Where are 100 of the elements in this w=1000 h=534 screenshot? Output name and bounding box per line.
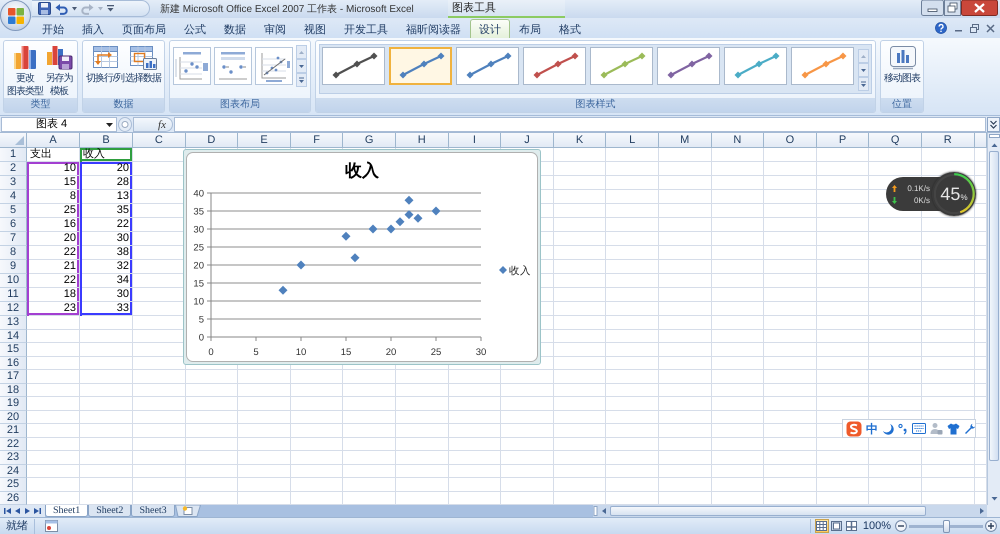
row-header[interactable]: 15 bbox=[0, 343, 27, 356]
chart-layout-option[interactable] bbox=[172, 47, 211, 85]
caret-down-icon[interactable] bbox=[106, 122, 113, 126]
column-header[interactable]: B bbox=[80, 133, 133, 148]
row-header[interactable]: 1 bbox=[0, 148, 27, 162]
ribbon-tab[interactable]: 视图 bbox=[295, 19, 335, 38]
row-header[interactable]: 18 bbox=[0, 384, 27, 397]
ribbon-tab[interactable]: 数据 bbox=[215, 19, 255, 38]
name-box[interactable]: 图表 4 bbox=[1, 117, 117, 132]
row-header[interactable]: 4 bbox=[0, 190, 27, 204]
restore-icon[interactable] bbox=[944, 0, 961, 16]
row-header[interactable]: 24 bbox=[0, 464, 27, 478]
bar-caret-icon[interactable] bbox=[296, 73, 307, 87]
column-header[interactable]: C bbox=[133, 133, 186, 148]
person-icon[interactable] bbox=[930, 422, 943, 435]
bar-caret-icon[interactable] bbox=[107, 5, 114, 12]
ribbon-tab[interactable]: 布局 bbox=[510, 19, 550, 38]
close-icon[interactable] bbox=[961, 0, 998, 16]
first-sheet-icon[interactable] bbox=[3, 506, 12, 516]
formula-field[interactable] bbox=[174, 117, 986, 132]
zoom-slider-thumb[interactable] bbox=[943, 520, 950, 532]
scroll-down-icon[interactable] bbox=[296, 59, 307, 73]
column-header[interactable]: L bbox=[606, 133, 659, 148]
column-header[interactable]: J bbox=[501, 133, 554, 148]
chart-style-option[interactable] bbox=[388, 47, 452, 85]
row-header[interactable]: 23 bbox=[0, 451, 27, 464]
restore-icon[interactable] bbox=[970, 24, 979, 32]
scroll-thumb[interactable] bbox=[989, 151, 999, 461]
split-box-icon[interactable] bbox=[988, 133, 1000, 139]
ribbon-tab[interactable]: 页面布局 bbox=[113, 19, 175, 38]
sheet-tab[interactable]: Sheet3 bbox=[131, 505, 175, 517]
sheet-sparkle-icon[interactable] bbox=[174, 505, 201, 517]
row-header[interactable]: 25 bbox=[0, 478, 27, 492]
row-header[interactable]: 3 bbox=[0, 176, 27, 190]
ribbon-tab[interactable]: 审阅 bbox=[255, 19, 295, 38]
input-mode-toggle[interactable]: 中 bbox=[866, 422, 878, 436]
chart-frame[interactable]: 收入 0 5 10 15 20 25 30 35 40 0 5 10 15 20 25 30 收入 bbox=[183, 149, 541, 365]
view-button[interactable] bbox=[830, 519, 844, 533]
column-header[interactable]: N bbox=[712, 133, 764, 148]
column-header[interactable]: P bbox=[816, 133, 870, 148]
horizontal-scrollbar[interactable] bbox=[593, 505, 987, 517]
row-header[interactable]: 12 bbox=[0, 302, 27, 316]
undo-icon[interactable] bbox=[55, 2, 68, 14]
chart-style-option[interactable] bbox=[456, 47, 519, 85]
insert-function-button[interactable]: fx bbox=[133, 117, 173, 132]
row-header[interactable]: 16 bbox=[0, 356, 27, 370]
chart-style-option[interactable] bbox=[656, 47, 720, 85]
double-chevron-icon[interactable] bbox=[987, 117, 1000, 132]
view-button[interactable] bbox=[844, 519, 859, 533]
scroll-down-icon[interactable] bbox=[858, 63, 869, 77]
column-header[interactable]: D bbox=[186, 133, 238, 148]
punctuation-icon[interactable] bbox=[898, 422, 908, 434]
row-header[interactable]: 5 bbox=[0, 204, 27, 218]
zoom-out-icon[interactable] bbox=[895, 520, 907, 532]
row-header[interactable]: 2 bbox=[0, 162, 27, 176]
row-header[interactable]: 13 bbox=[0, 316, 27, 330]
column-header[interactable]: E bbox=[238, 133, 291, 148]
row-header[interactable]: 19 bbox=[0, 397, 27, 410]
moon-icon[interactable] bbox=[882, 422, 894, 434]
row-header[interactable]: 7 bbox=[0, 232, 27, 246]
column-header[interactable]: F bbox=[290, 133, 344, 148]
zoom-slider[interactable] bbox=[909, 520, 983, 532]
ribbon-button[interactable]: 移动图表 bbox=[884, 43, 920, 85]
row-header[interactable]: 9 bbox=[0, 260, 27, 274]
zoom-in-icon[interactable] bbox=[985, 520, 997, 532]
sheet-tab[interactable]: Sheet1 bbox=[45, 505, 88, 517]
row-header[interactable]: 6 bbox=[0, 218, 27, 232]
row-header[interactable]: 14 bbox=[0, 330, 27, 343]
close-icon[interactable] bbox=[986, 24, 995, 32]
split-box-icon[interactable] bbox=[593, 506, 598, 516]
sheet-tab[interactable]: Sheet2 bbox=[88, 505, 132, 517]
save-icon[interactable] bbox=[38, 2, 51, 15]
row-header[interactable]: 20 bbox=[0, 410, 27, 424]
row-header[interactable]: 17 bbox=[0, 370, 27, 384]
ribbon-tab[interactable]: 格式 bbox=[550, 19, 590, 38]
minimize-icon[interactable] bbox=[921, 0, 944, 16]
column-header[interactable]: O bbox=[764, 133, 817, 148]
column-header[interactable]: R bbox=[922, 133, 974, 148]
column-header[interactable]: A bbox=[27, 133, 80, 148]
ribbon-tab[interactable]: 福昕阅读器 bbox=[397, 19, 470, 38]
row-header[interactable]: 10 bbox=[0, 274, 27, 288]
ribbon-tab[interactable]: 开始 bbox=[33, 19, 73, 38]
ribbon-button[interactable]: 选择数据 bbox=[124, 43, 161, 85]
ribbon-button[interactable]: 更改 图表类型 bbox=[7, 43, 43, 98]
ribbon-tab[interactable]: 插入 bbox=[73, 19, 113, 38]
column-header[interactable]: Q bbox=[869, 133, 922, 148]
ribbon-tab[interactable]: 开发工具 bbox=[335, 19, 397, 38]
row-header[interactable]: 8 bbox=[0, 246, 27, 260]
previous-sheet-icon[interactable] bbox=[13, 506, 22, 516]
next-sheet-icon[interactable] bbox=[23, 506, 32, 516]
chart-layout-option[interactable] bbox=[254, 47, 293, 85]
view-button[interactable] bbox=[814, 519, 829, 533]
vertical-scrollbar[interactable] bbox=[987, 133, 1000, 505]
zoom-level-button[interactable]: 100% bbox=[858, 519, 895, 533]
row-header[interactable]: 11 bbox=[0, 288, 27, 302]
column-header[interactable]: G bbox=[343, 133, 396, 148]
ribbon-tab[interactable]: 设计 bbox=[470, 19, 510, 38]
column-header[interactable]: H bbox=[396, 133, 449, 148]
logo-icon[interactable] bbox=[846, 420, 862, 436]
row-header[interactable]: 26 bbox=[0, 492, 27, 505]
